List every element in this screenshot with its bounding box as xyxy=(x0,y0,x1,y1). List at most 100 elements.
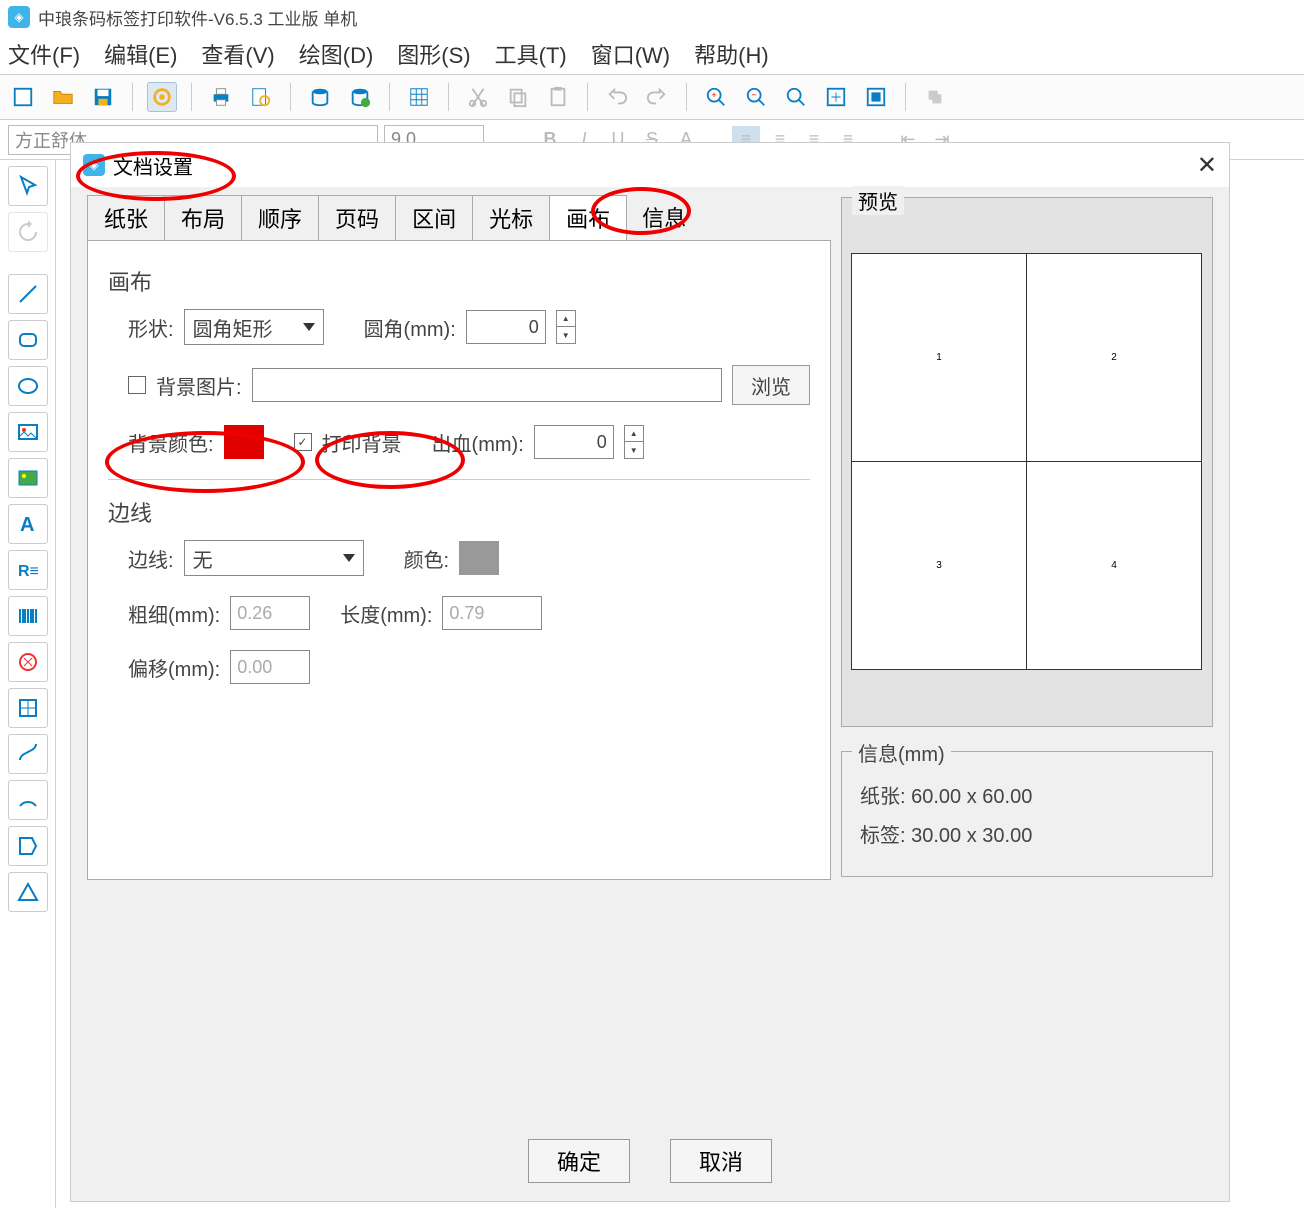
zoom-in-icon[interactable]: + xyxy=(701,82,731,112)
ok-button[interactable]: 确定 xyxy=(528,1139,630,1183)
menu-view[interactable]: 查看(V) xyxy=(201,38,274,70)
ellipse-tool-icon[interactable] xyxy=(8,366,48,406)
menu-tool[interactable]: 工具(T) xyxy=(495,38,567,70)
border-select[interactable]: 无 xyxy=(184,540,364,576)
preview-cell: 1 xyxy=(851,253,1027,462)
cancel-button[interactable]: 取消 xyxy=(670,1139,772,1183)
richtext-tool-icon[interactable]: R≡ xyxy=(8,550,48,590)
main-toolbar: + − xyxy=(0,74,1304,120)
tab-page[interactable]: 页码 xyxy=(318,195,396,240)
zoom-icon[interactable] xyxy=(781,82,811,112)
bgcolor-swatch[interactable] xyxy=(224,425,264,459)
copy-icon[interactable] xyxy=(503,82,533,112)
tab-layout[interactable]: 布局 xyxy=(164,195,242,240)
titlebar: ◈ 中琅条码标签打印软件-V6.5.3 工业版 单机 xyxy=(0,0,1304,34)
tab-order[interactable]: 顺序 xyxy=(241,195,319,240)
dialog-icon: ◈ xyxy=(83,154,105,176)
bgimg-path-input[interactable] xyxy=(252,368,722,402)
redo-icon[interactable] xyxy=(642,82,672,112)
info-paper-value: 60.00 x 60.00 xyxy=(911,786,1032,808)
preview-cell: 4 xyxy=(1026,461,1202,670)
bleed-spinner[interactable]: ▲▼ xyxy=(624,425,644,459)
app-icon: ◈ xyxy=(8,6,30,28)
print-preview-icon[interactable] xyxy=(246,82,276,112)
menubar: 文件(F) 编辑(E) 查看(V) 绘图(D) 图形(S) 工具(T) 窗口(W… xyxy=(0,34,1304,74)
tab-info[interactable]: 信息 xyxy=(626,195,702,240)
radius-spinner[interactable]: ▲▼ xyxy=(556,310,576,344)
shape-label: 形状: xyxy=(128,313,174,342)
info-paper-label: 纸张: xyxy=(860,786,906,808)
document-settings-dialog: ◈ 文档设置 ✕ 纸张 布局 顺序 页码 区间 光标 画布 信息 画布 xyxy=(70,142,1230,1202)
undo-icon[interactable] xyxy=(602,82,632,112)
svg-text:−: − xyxy=(751,90,756,100)
zoom-out-icon[interactable]: − xyxy=(741,82,771,112)
menu-window[interactable]: 窗口(W) xyxy=(591,38,670,70)
save-icon[interactable] xyxy=(88,82,118,112)
cut-icon[interactable] xyxy=(463,82,493,112)
close-icon[interactable]: ✕ xyxy=(1197,151,1217,180)
new-doc-icon[interactable] xyxy=(8,82,38,112)
paste-icon[interactable] xyxy=(543,82,573,112)
bleed-input[interactable]: 0 xyxy=(534,425,614,459)
zoom-fit-icon[interactable] xyxy=(821,82,851,112)
app-title: 中琅条码标签打印软件-V6.5.3 工业版 单机 xyxy=(38,5,357,30)
color-label: 颜色: xyxy=(404,544,450,573)
printbg-checkbox[interactable]: ✓ xyxy=(294,433,312,451)
bgimg-checkbox[interactable] xyxy=(128,376,146,394)
print-icon[interactable] xyxy=(206,82,236,112)
tab-cursor[interactable]: 光标 xyxy=(472,195,550,240)
canvas-group-title: 画布 xyxy=(108,265,810,297)
zoom-actual-icon[interactable] xyxy=(861,82,891,112)
roundrect-tool-icon[interactable] xyxy=(8,320,48,360)
qrcode-tool-icon[interactable] xyxy=(8,642,48,682)
info-title: 信息(mm) xyxy=(852,738,951,767)
line-tool-icon[interactable] xyxy=(8,274,48,314)
shape-select[interactable]: 圆角矩形 xyxy=(184,309,324,345)
radius-input[interactable]: 0 xyxy=(466,310,546,344)
layers-icon[interactable] xyxy=(920,82,950,112)
picture-tool-icon[interactable] xyxy=(8,458,48,498)
barcode-tool-icon[interactable] xyxy=(8,596,48,636)
border-label: 边线: xyxy=(128,544,174,573)
preview-cell: 2 xyxy=(1026,253,1202,462)
preview-panel: 预览 1 2 3 4 xyxy=(841,197,1213,727)
grid-icon[interactable] xyxy=(404,82,434,112)
len-input: 0.79 xyxy=(442,596,542,630)
menu-shape[interactable]: 图形(S) xyxy=(397,38,470,70)
settings-icon[interactable] xyxy=(147,82,177,112)
border-group-title: 边线 xyxy=(108,496,810,528)
dialog-title-text: 文档设置 xyxy=(113,151,193,180)
rotate-tool-icon[interactable] xyxy=(8,212,48,252)
preview-title: 预览 xyxy=(852,186,904,215)
thick-input: 0.26 xyxy=(230,596,310,630)
table-tool-icon[interactable] xyxy=(8,688,48,728)
border-color-swatch[interactable] xyxy=(459,541,499,575)
tab-paper[interactable]: 纸张 xyxy=(87,195,165,240)
browse-button[interactable]: 浏览 xyxy=(732,365,810,405)
database-icon[interactable] xyxy=(305,82,335,112)
svg-text:A: A xyxy=(20,514,34,536)
polygon-tool-icon[interactable] xyxy=(8,826,48,866)
menu-draw[interactable]: 绘图(D) xyxy=(299,38,374,70)
pointer-tool-icon[interactable] xyxy=(8,166,48,206)
len-label: 长度(mm): xyxy=(340,599,432,628)
bgcolor-label: 背景颜色: xyxy=(128,428,214,457)
menu-edit[interactable]: 编辑(E) xyxy=(104,38,177,70)
database-refresh-icon[interactable] xyxy=(345,82,375,112)
svg-text:R≡: R≡ xyxy=(18,563,39,580)
bleed-label: 出血(mm): xyxy=(432,428,524,457)
menu-help[interactable]: 帮助(H) xyxy=(694,38,769,70)
radius-label: 圆角(mm): xyxy=(364,313,456,342)
triangle-tool-icon[interactable] xyxy=(8,872,48,912)
thick-label: 粗细(mm): xyxy=(128,599,220,628)
arc-tool-icon[interactable] xyxy=(8,780,48,820)
text-tool-icon[interactable]: A xyxy=(8,504,48,544)
open-icon[interactable] xyxy=(48,82,78,112)
tab-canvas[interactable]: 画布 xyxy=(549,195,627,240)
menu-file[interactable]: 文件(F) xyxy=(8,38,80,70)
offset-input: 0.00 xyxy=(230,650,310,684)
tab-section[interactable]: 区间 xyxy=(395,195,473,240)
preview-cell: 3 xyxy=(851,461,1027,670)
curve-tool-icon[interactable] xyxy=(8,734,48,774)
image-tool-icon[interactable] xyxy=(8,412,48,452)
